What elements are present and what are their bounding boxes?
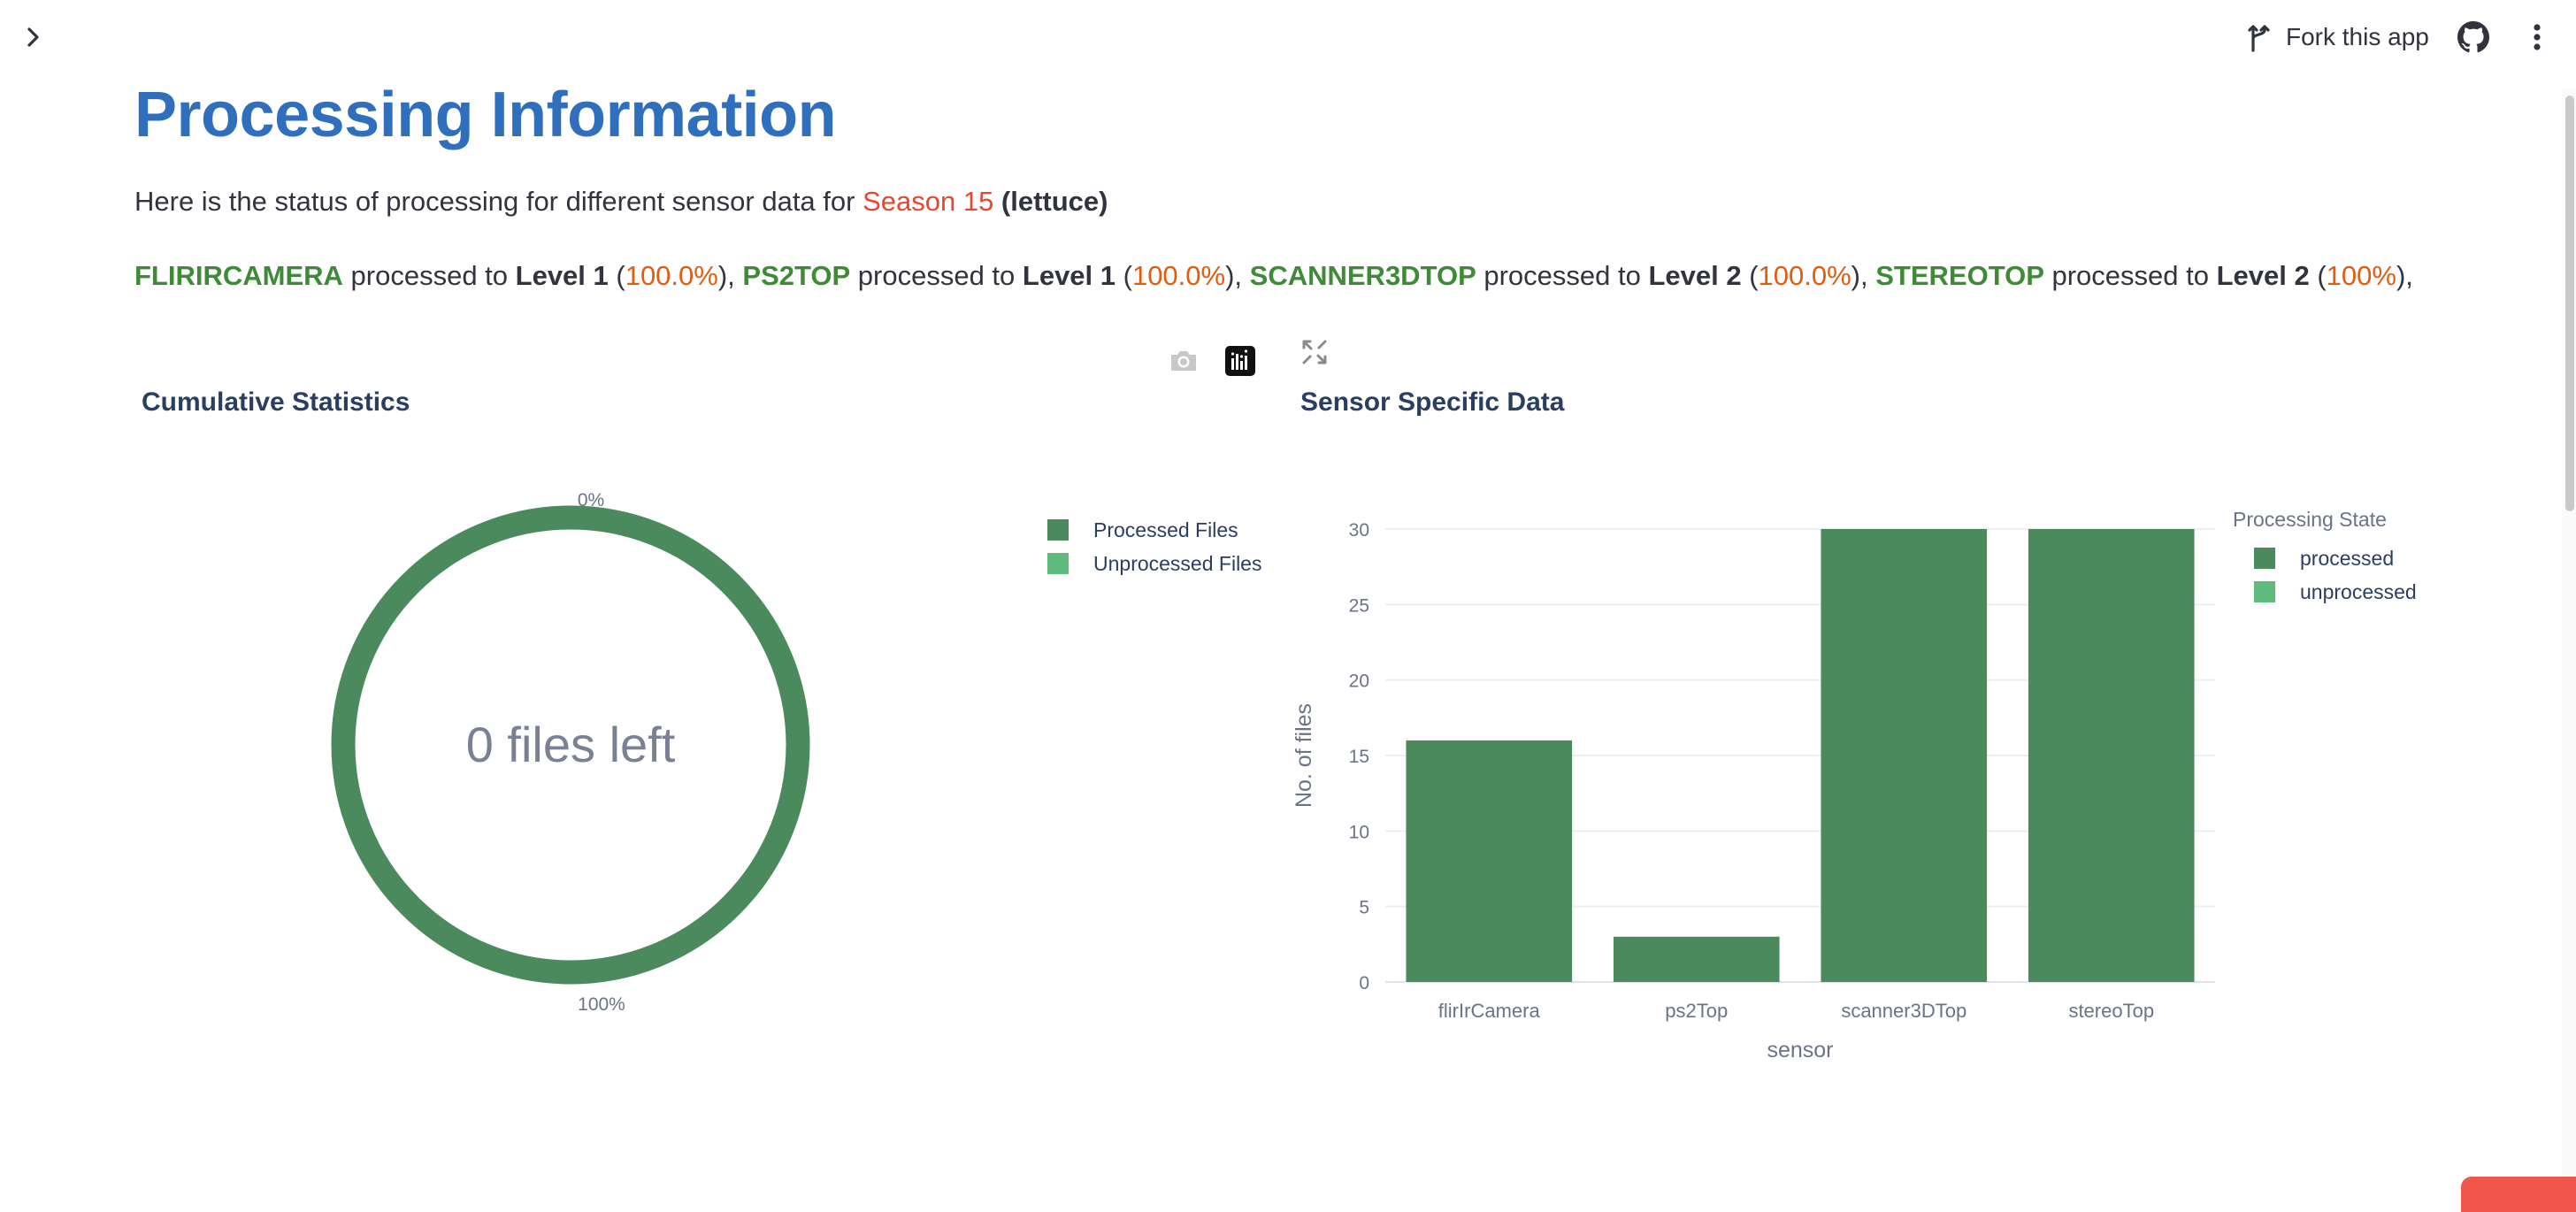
x-tick-label: scanner3DTop [1841,1000,1966,1022]
slice-label: 0% [578,490,604,510]
github-icon [2457,21,2489,53]
y-tick-label: 30 [1349,520,1369,541]
legend-item-unprocessed[interactable]: unprocessed [2233,575,2417,609]
legend-item-processed[interactable]: processed [2233,541,2417,575]
legend-label: unprocessed [2300,579,2417,603]
donut-center-label: 0 files left [466,717,676,772]
crop-open: ( [993,186,1011,217]
main-menu-button[interactable] [2519,18,2555,57]
donut-chart-title: Cumulative Statistics [142,387,410,417]
status-text: processed to [342,260,516,291]
y-tick-label: 25 [1349,595,1369,616]
download-png-button[interactable] [1164,341,1203,380]
status-level: Level 1 [515,260,609,291]
y-axis-label: No. of files [1292,703,1316,808]
intro-text: Here is the status of processing for dif… [134,182,1108,221]
slice-label: 100% [578,994,625,1015]
bar-processed [2028,529,2195,982]
bar-processed [1406,740,1573,982]
status-sensor: FLIRIRCAMERA [134,260,343,291]
status-sensor: PS2TOP [742,260,851,291]
plotly-logo-icon [1225,346,1255,376]
fork-icon [2248,25,2270,52]
legend-label: Unprocessed Files [1093,551,1262,575]
y-tick-label: 15 [1349,747,1369,767]
legend-swatch [1047,519,1069,541]
status-sensor: SCANNER3DTOP [1249,260,1476,291]
legend-item-processed-files[interactable]: Processed Files [1047,513,1261,547]
x-axis-label: sensor [1767,1038,1833,1062]
status-percent: 100% [2326,260,2396,291]
y-tick-label: 10 [1349,822,1369,842]
y-tick-label: 5 [1359,898,1369,918]
legend-title: Processing State [2233,508,2387,531]
status-text: processed to [1476,260,1649,291]
status-sensor: STEREOTOP [1875,260,2044,291]
status-level: Level 1 [1022,260,1116,291]
status-percent: 100.0% [1131,260,1226,291]
fork-app-button[interactable]: Fork this app [2247,18,2429,57]
status-level: Level 2 [2216,260,2310,291]
bar-processed [1821,529,1988,982]
crop-close: ) [1099,186,1108,217]
fullscreen-button[interactable] [1297,334,1332,370]
status-text: processed to [2043,260,2217,291]
y-tick-label: 20 [1349,671,1369,692]
legend-item-unprocessed-files[interactable]: Unprocessed Files [1047,547,1261,580]
chevron-right-icon [27,27,39,47]
x-tick-label: ps2Top [1665,1000,1728,1022]
status-percent: 100.0% [1758,260,1852,291]
intro-prefix: Here is the status of processing for dif… [134,186,863,217]
fullscreen-icon [1302,340,1327,364]
chart-modebar [1164,341,1277,380]
status-text: processed to [850,260,1023,291]
bar-chart-title: Sensor Specific Data [1300,387,1565,417]
x-tick-label: flirIrCamera [1438,1000,1541,1022]
plotly-logo-button[interactable] [1221,341,1260,380]
legend-swatch [1047,553,1069,574]
x-tick-label: stereoTop [2068,1000,2154,1022]
scrollbar-thumb[interactable] [2565,96,2574,511]
season-label: Season 15 [862,186,994,217]
legend-label: Processed Files [1093,518,1238,541]
app-status-button[interactable] [2461,1177,2576,1212]
bar-processed [1613,936,1780,982]
legend-swatch [2254,581,2275,602]
legend-swatch [2254,548,2275,569]
bar-legend: Processing State processed unprocessed [2233,508,2417,609]
processing-status-line: FLIRIRCAMERA processed to Level 1 (100.0… [134,260,2413,291]
status-level: Level 2 [1648,260,1742,291]
more-vertical-icon [2534,24,2541,50]
status-percent: 100.0% [625,260,718,291]
y-tick-label: 0 [1359,973,1369,993]
sidebar-toggle-button[interactable] [16,19,51,55]
crop-label: lettuce [1010,186,1100,217]
camera-icon [1171,351,1196,371]
github-button[interactable] [2454,18,2493,57]
legend-label: processed [2300,546,2395,570]
donut-legend: Processed Files Unprocessed Files [1047,513,1261,580]
page-title: Processing Information [134,80,837,150]
fork-app-label: Fork this app [2286,23,2429,50]
